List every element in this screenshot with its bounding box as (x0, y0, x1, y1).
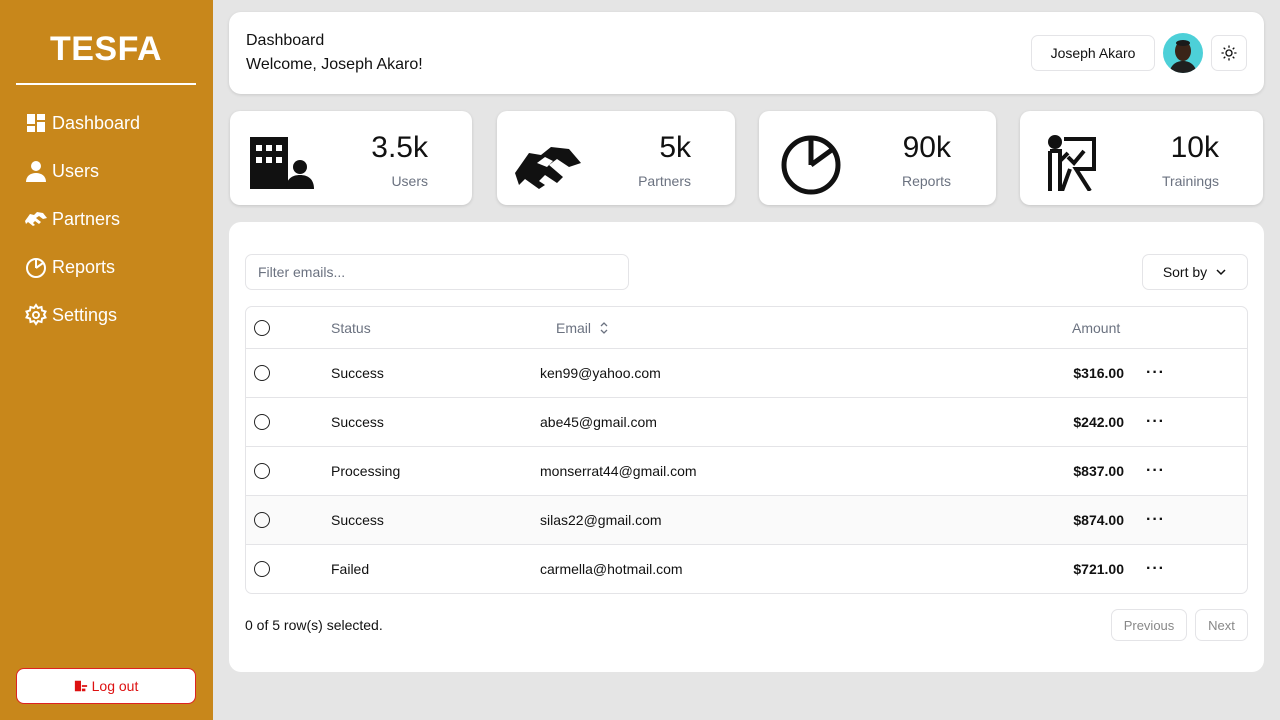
status-cell: Processing (331, 463, 401, 479)
select-all-checkbox[interactable] (254, 307, 270, 348)
email-cell: abe45@gmail.com (540, 414, 657, 430)
filter-emails-input[interactable] (245, 254, 629, 290)
table-row: Success abe45@gmail.com $242.00 ··· (246, 397, 1247, 446)
stat-value: 90k (902, 131, 951, 164)
stat-label: Users (391, 173, 428, 189)
table-row: Failed carmella@hotmail.com $721.00 ··· (246, 544, 1247, 593)
top-header: Dashboard Welcome, Joseph Akaro! Joseph … (229, 12, 1264, 94)
payments-table: Status Email Amount Success ken99@yahoo.… (245, 306, 1248, 594)
stat-label: Reports (901, 173, 951, 189)
payments-panel: Sort by Status Email Amount Success ken9… (229, 222, 1264, 672)
status-cell: Success (331, 512, 384, 528)
pie-chart-icon (26, 258, 46, 278)
welcome-message: Welcome, Joseph Akaro! (246, 56, 423, 73)
amount-cell: $874.00 (1073, 512, 1124, 528)
training-icon (1048, 135, 1096, 191)
logout-button[interactable]: Log out (16, 668, 196, 704)
stat-card-partners: 5k Partners (497, 111, 735, 205)
column-header-status: Status (331, 319, 371, 336)
amount-cell: $837.00 (1073, 463, 1124, 479)
dashboard-icon (27, 114, 45, 132)
table-row: Processing monserrat44@gmail.com $837.00… (246, 446, 1247, 495)
column-header-amount: Amount (1072, 319, 1121, 336)
sort-by-button[interactable]: Sort by (1142, 254, 1248, 290)
status-cell: Success (331, 414, 384, 430)
email-cell: monserrat44@gmail.com (540, 463, 697, 479)
stat-value: 5k (659, 131, 691, 164)
amount-cell: $242.00 (1073, 414, 1124, 430)
handshake-icon (25, 212, 47, 226)
row-actions-button[interactable]: ··· (1146, 447, 1165, 495)
chevron-down-icon (1216, 269, 1226, 276)
table-row: Success ken99@yahoo.com $316.00 ··· (246, 348, 1247, 397)
sun-icon (1221, 45, 1237, 61)
theme-toggle-button[interactable] (1211, 35, 1247, 71)
column-header-email[interactable]: Email (556, 307, 609, 348)
stat-label: Trainings (1161, 173, 1219, 189)
building-user-icon (250, 137, 314, 189)
sidebar-nav: Dashboard Users Partners Reports Setting… (24, 106, 140, 346)
sidebar-item-reports[interactable]: Reports (24, 250, 140, 284)
row-actions-button[interactable]: ··· (1146, 398, 1165, 446)
logout-label: Log out (91, 678, 139, 694)
stat-value: 10k (1170, 131, 1219, 164)
row-actions-button[interactable]: ··· (1146, 545, 1165, 593)
avatar[interactable] (1163, 33, 1203, 73)
gear-icon (25, 303, 47, 326)
row-checkbox[interactable] (254, 398, 270, 446)
stat-label: Partners (638, 173, 691, 189)
sidebar-item-partners[interactable]: Partners (24, 202, 140, 236)
previous-page-button[interactable]: Previous (1111, 609, 1187, 641)
row-checkbox[interactable] (254, 496, 270, 544)
logout-icon (74, 680, 87, 692)
row-actions-button[interactable]: ··· (1146, 349, 1165, 397)
sidebar-item-label: Reports (52, 256, 116, 277)
user-menu-button[interactable]: Joseph Akaro (1031, 35, 1155, 71)
email-cell: silas22@gmail.com (540, 512, 662, 528)
amount-cell: $721.00 (1073, 561, 1124, 577)
sidebar-item-label: Users (52, 160, 100, 181)
stat-card-trainings: 10k Trainings (1020, 111, 1263, 205)
status-cell: Failed (331, 561, 370, 577)
table-row: Success silas22@gmail.com $874.00 ··· (246, 495, 1247, 544)
sidebar-item-label: Partners (52, 208, 121, 229)
row-checkbox[interactable] (254, 349, 270, 397)
handshake-icon (515, 147, 581, 189)
sort-by-label: Sort by (1162, 264, 1208, 280)
row-checkbox[interactable] (254, 447, 270, 495)
email-cell: ken99@yahoo.com (540, 365, 661, 381)
status-cell: Success (331, 365, 384, 381)
sidebar-item-dashboard[interactable]: Dashboard (24, 106, 140, 140)
column-header-email-label: Email (556, 319, 592, 336)
stat-card-reports: 90k Reports (759, 111, 996, 205)
sort-arrows-icon (600, 321, 608, 334)
stat-value: 3.5k (371, 131, 428, 164)
sidebar-item-users[interactable]: Users (24, 154, 140, 188)
pie-chart-icon (781, 135, 841, 195)
row-actions-button[interactable]: ··· (1146, 496, 1165, 544)
amount-cell: $316.00 (1073, 365, 1124, 381)
table-header-row: Status Email Amount (246, 307, 1247, 348)
email-cell: carmella@hotmail.com (540, 561, 683, 577)
brand-divider (16, 83, 196, 85)
user-icon (26, 161, 46, 182)
sidebar-item-label: Settings (52, 304, 118, 325)
sidebar-item-settings[interactable]: Settings (24, 298, 140, 332)
selection-count: 0 of 5 row(s) selected. (245, 617, 383, 633)
row-checkbox[interactable] (254, 545, 270, 593)
brand-logo: TESFA (49, 30, 163, 68)
page-title: Dashboard (246, 32, 325, 49)
stat-card-users: 3.5k Users (230, 111, 472, 205)
sidebar: TESFA Dashboard Users Partners Reports S… (0, 0, 213, 720)
sidebar-item-label: Dashboard (52, 112, 141, 133)
next-page-button[interactable]: Next (1195, 609, 1248, 641)
